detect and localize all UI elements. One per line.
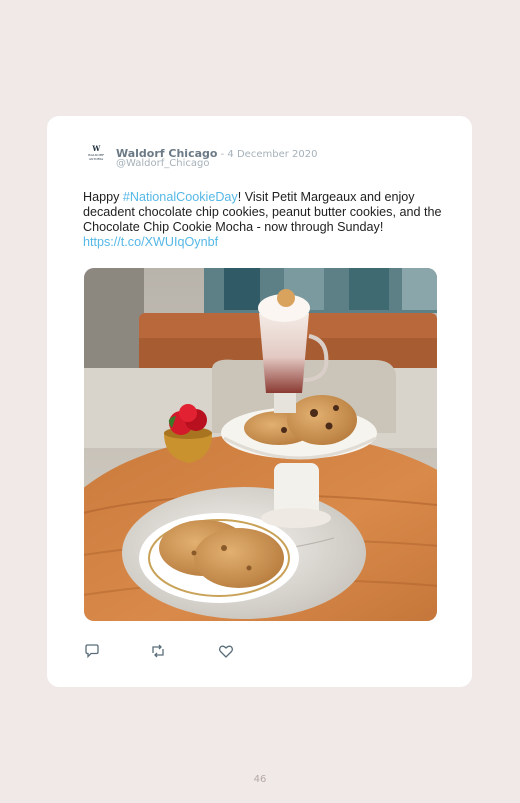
reply-icon[interactable] (83, 642, 101, 660)
tweet-photo[interactable] (84, 268, 437, 621)
retweet-icon[interactable] (149, 642, 167, 660)
avatar-monogram: W (92, 144, 100, 153)
avatar-wordmark-2: ASTORIA (88, 157, 104, 161)
heart-icon[interactable] (217, 642, 235, 660)
tweet-text-start: Happy (83, 190, 123, 204)
hashtag-link[interactable]: #NationalCookieDay (123, 190, 238, 204)
author-handle[interactable]: @Waldorf_Chicago (116, 158, 209, 169)
avatar[interactable]: W WALDORF ASTORIA (83, 144, 109, 170)
tweet-text: Happy #NationalCookieDay! Visit Petit Ma… (83, 190, 445, 250)
url-link[interactable]: https://t.co/XWUIqOynbf (83, 235, 218, 249)
tweet-date[interactable]: - 4 December 2020 (217, 149, 318, 160)
tweet-actions (83, 642, 253, 660)
page-number: 46 (253, 774, 267, 785)
